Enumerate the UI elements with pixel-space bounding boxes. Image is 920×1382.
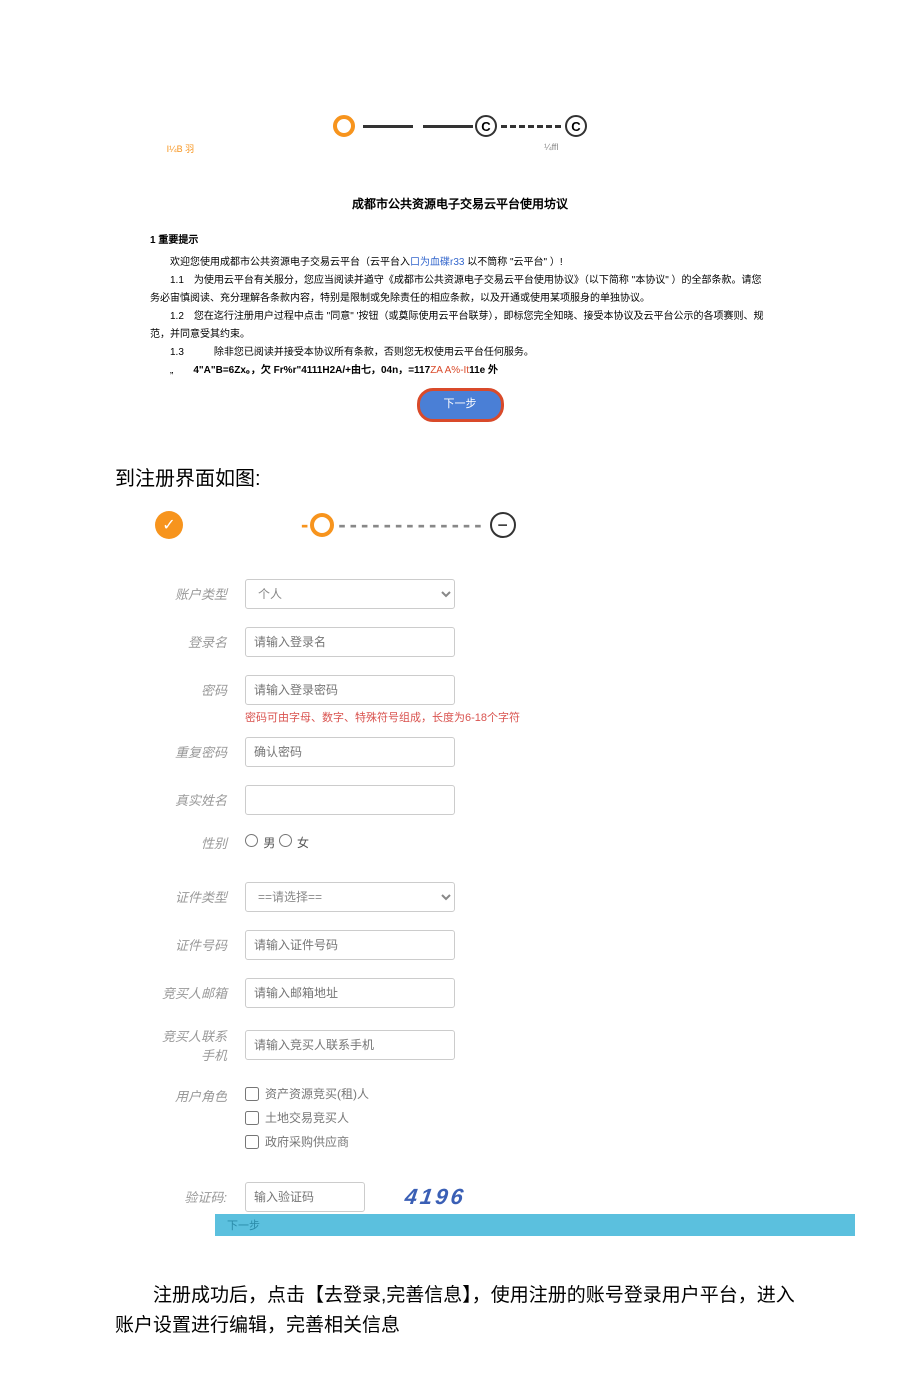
gender-male-radio[interactable] [245,834,258,847]
stepper-dashed-line [501,125,561,128]
role-land-checkbox[interactable] [245,1111,259,1125]
agreement-clause-1-1: 1.1 为使用云平台有关服分，您应当阅读并遒守《成都市公共资源电子交易云平台使用… [150,272,770,308]
email-label: 竞买人邮箱 [155,983,245,1002]
reg-stepper: ✓ - ------------- − [155,511,680,539]
stepper-label-right: ¼ffl [544,142,558,155]
top-stepper-labels: I¼B 羽 ¼ffl [0,142,920,155]
agreement-title: 成都市公共资源电子交易云平台使用坊议 [0,195,920,212]
repeat-password-label: 重复密码 [155,742,245,761]
account-type-label: 账户类型 [155,584,245,603]
agreement-misc-line: „ 4"A"B=6Zx。，欠 Fr%r"4111H2A/+由七，04n，=117… [150,362,770,380]
login-name-label: 登录名 [155,632,245,651]
phone-label: 竞买人联系手机 [155,1026,245,1064]
password-label: 密码 [155,680,245,699]
agreement-next-button[interactable]: 下一步 [417,388,504,422]
agreement-link[interactable]: 口为血碟r33 [410,257,464,268]
step3-circle-icon: C [565,115,587,137]
idtype-select[interactable]: ==请选择== [245,882,455,912]
agreement-section-head: 1 重要提示 [150,232,770,250]
stepper-line [363,125,413,128]
gender-female-radio[interactable] [279,834,292,847]
stepper-line [423,125,473,128]
idno-input[interactable] [245,930,455,960]
reg-step2-circle-icon [310,513,334,537]
password-input[interactable] [245,675,455,705]
agreement-clause-1-2: 1.2 您在迄行注册用户过程中点击 "同意" '按钮（或奠际使用云平台联芽），即… [150,308,770,344]
section-heading: 到注册界面如图: [0,422,920,511]
realname-label: 真实姓名 [155,790,245,809]
reg-step3-minus-icon: − [490,512,516,538]
step1-circle-icon [333,115,355,137]
reg-stepper-dash-grey: ------------- [338,512,485,538]
password-hint: 密码可由字母、数字、特殊符号组成，长度为6-18个字符 [245,709,545,725]
idno-label: 证件号码 [155,935,245,954]
agreement-body: 1 重要提示 欢迎您使用成都市公共资源电子交易云平台（云平台入口为血碟r33 以… [0,232,920,422]
instruction-paragraph: 注册成功后，点击【去登录,完善信息】，使用注册的账号登录用户平台，进入账户设置进… [0,1236,920,1382]
agreement-welcome: 欢迎您使用成都市公共资源电子交易云平台（云平台入口为血碟r33 以不筒称 "云平… [150,254,770,272]
account-type-select[interactable]: 个人 [245,579,455,609]
gender-label: 性别 [155,833,245,852]
reg-stepper-dash: - [301,512,306,538]
reg-step1-done-icon: ✓ [155,511,183,539]
role-label: 用户角色 [155,1082,245,1105]
idtype-label: 证件类型 [155,887,245,906]
form-next-button[interactable]: 下一步 [215,1214,855,1236]
repeat-password-input[interactable] [245,737,455,767]
step2-circle-icon: C [475,115,497,137]
captcha-image: 4196 [363,1184,468,1210]
role-gov-checkbox[interactable] [245,1135,259,1149]
email-input[interactable] [245,978,455,1008]
top-progress-stepper: C C [0,115,920,137]
captcha-label: 验证码: [155,1187,245,1206]
realname-input[interactable] [245,785,455,815]
captcha-input[interactable] [245,1182,365,1212]
stepper-label-left: I¼B 羽 [167,142,195,155]
phone-input[interactable] [245,1030,455,1060]
registration-form: ✓ - ------------- − 账户类型 个人 登录名 密码 密码可由字… [0,511,680,1236]
login-name-input[interactable] [245,627,455,657]
role-asset-checkbox[interactable] [245,1087,259,1101]
agreement-clause-1-3: 1.3 除非您已阅读并接受本协议所有条款，否则您无权使用云平台任何服务。 [150,344,770,362]
